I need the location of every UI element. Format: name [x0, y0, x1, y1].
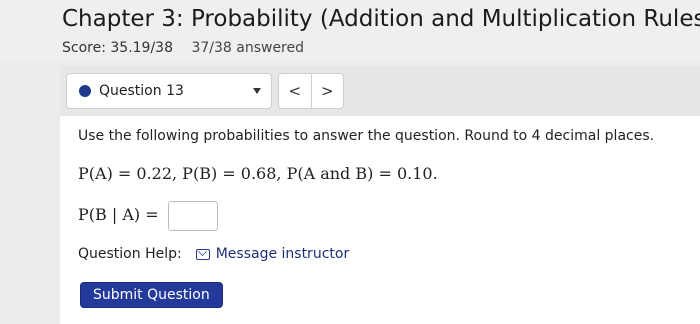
- message-instructor-link[interactable]: Message instructor: [216, 246, 350, 262]
- score-value: Score: 35.19/38: [62, 40, 173, 56]
- question-help: Question Help: Message instructor: [78, 246, 349, 262]
- question-dropdown-label: Question 13: [99, 83, 184, 99]
- answer-input[interactable]: [168, 201, 218, 231]
- given-probabilities: P(A) = 0.22, P(B) = 0.68, P(A and B) = 0…: [78, 164, 438, 183]
- question-prompt: P(B | A) =: [78, 205, 159, 224]
- next-question-button[interactable]: >: [310, 74, 344, 108]
- mail-icon: [195, 248, 210, 260]
- page-title: Chapter 3: Probability (Addition and Mul…: [62, 6, 700, 32]
- question-instructions: Use the following probabilities to answe…: [78, 128, 655, 144]
- score-line: Score: 35.19/38 37/38 answered: [62, 40, 304, 56]
- question-help-label: Question Help:: [78, 246, 182, 262]
- question-dropdown[interactable]: Question 13: [66, 73, 272, 109]
- submit-question-button[interactable]: Submit Question: [80, 282, 223, 308]
- chevron-down-icon: [253, 88, 261, 94]
- question-pager: < >: [278, 73, 344, 109]
- previous-question-button[interactable]: <: [279, 74, 311, 108]
- answered-count: 37/38 answered: [191, 40, 305, 56]
- status-dot-icon: [79, 85, 91, 97]
